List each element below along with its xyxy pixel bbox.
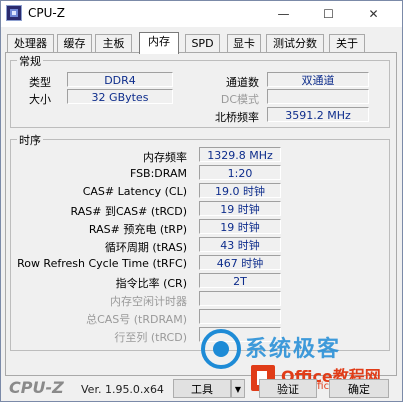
timing-value: 2T (199, 273, 281, 288)
timing-value-empty (199, 291, 281, 306)
ok-button[interactable]: 确定 (329, 379, 389, 398)
timing-value: 467 时钟 (199, 255, 281, 270)
tab-cpu[interactable]: 处理器 (7, 34, 54, 53)
timing-label-disabled: 总CAS号 (tRDRAM) (86, 313, 187, 326)
channels-value: 双通道 (267, 72, 369, 87)
timing-label: FSB:DRAM (129, 167, 187, 180)
timing-label-disabled: 行至列 (tRCD) (114, 331, 187, 344)
general-group-title: 常规 (17, 53, 43, 69)
tab-caches[interactable]: 缓存 (57, 34, 92, 53)
timing-value: 19.0 时钟 (199, 183, 281, 198)
version-label: Ver. 1.95.0.x64 (81, 383, 164, 396)
timing-value: 1:20 (199, 165, 281, 180)
tools-dropdown-icon[interactable]: ▼ (231, 379, 245, 398)
footer-bar: CPU-Z Ver. 1.95.0.x64 工具 ▼ 验证 确定 (1, 377, 402, 401)
timings-group: 时序 内存频率 1329.8 MHz FSB:DRAM 1:20 CAS# La… (10, 132, 390, 351)
tab-bench[interactable]: 测试分数 (266, 34, 324, 53)
close-button[interactable]: ✕ (351, 1, 396, 27)
cpuz-app-icon (6, 5, 22, 21)
timing-value: 1329.8 MHz (199, 147, 281, 162)
general-group: 常规 类型 DDR4 大小 32 GBytes 通道数 双通道 DC模式 北桥频… (10, 53, 390, 128)
tab-spd[interactable]: SPD (185, 34, 220, 53)
timing-value-empty (199, 309, 281, 324)
dcmode-label: DC模式 (220, 93, 259, 106)
timing-value: 19 时钟 (199, 201, 281, 216)
dcmode-value (267, 89, 369, 104)
timing-value: 19 时钟 (199, 219, 281, 234)
timing-label: CAS# Latency (CL) (82, 185, 187, 198)
size-value: 32 GBytes (67, 89, 173, 104)
timing-value-empty (199, 327, 281, 342)
window-title: CPU-Z (28, 6, 65, 20)
type-value: DDR4 (67, 72, 173, 87)
timing-value: 43 时钟 (199, 237, 281, 252)
tab-about[interactable]: 关于 (329, 34, 365, 53)
timing-label: 指令比率 (CR) (115, 277, 187, 290)
title-bar[interactable]: CPU-Z — ☐ ✕ (1, 1, 402, 27)
memory-panel: 常规 类型 DDR4 大小 32 GBytes 通道数 双通道 DC模式 北桥频… (5, 52, 397, 376)
timings-group-title: 时序 (17, 132, 43, 148)
minimize-button[interactable]: — (261, 1, 306, 27)
type-label: 类型 (29, 76, 51, 89)
timing-label-disabled: 内存空闲计时器 (110, 295, 187, 308)
tools-button[interactable]: 工具 (173, 379, 231, 398)
timing-label: 循环周期 (tRAS) (104, 241, 187, 254)
tab-graphics[interactable]: 显卡 (227, 34, 261, 53)
timing-label: Row Refresh Cycle Time (tRFC) (17, 257, 187, 270)
validate-button[interactable]: 验证 (259, 379, 317, 398)
cpuz-window: CPU-Z — ☐ ✕ 处理器 缓存 主板 内存 SPD 显卡 测试分数 关于 … (0, 0, 403, 402)
timing-label: RAS# 到CAS# (tRCD) (70, 205, 187, 218)
cpuz-logo: CPU-Z (9, 378, 64, 397)
nb-freq-label: 北桥频率 (215, 111, 259, 124)
nb-freq-value: 3591.2 MHz (267, 107, 369, 122)
tab-memory[interactable]: 内存 (139, 32, 179, 54)
channels-label: 通道数 (226, 76, 259, 89)
timing-label: 内存频率 (143, 151, 187, 164)
timing-label: RAS# 预充电 (tRP) (88, 223, 187, 236)
maximize-button[interactable]: ☐ (306, 1, 351, 27)
size-label: 大小 (29, 93, 51, 106)
tab-mainboard[interactable]: 主板 (95, 34, 132, 53)
